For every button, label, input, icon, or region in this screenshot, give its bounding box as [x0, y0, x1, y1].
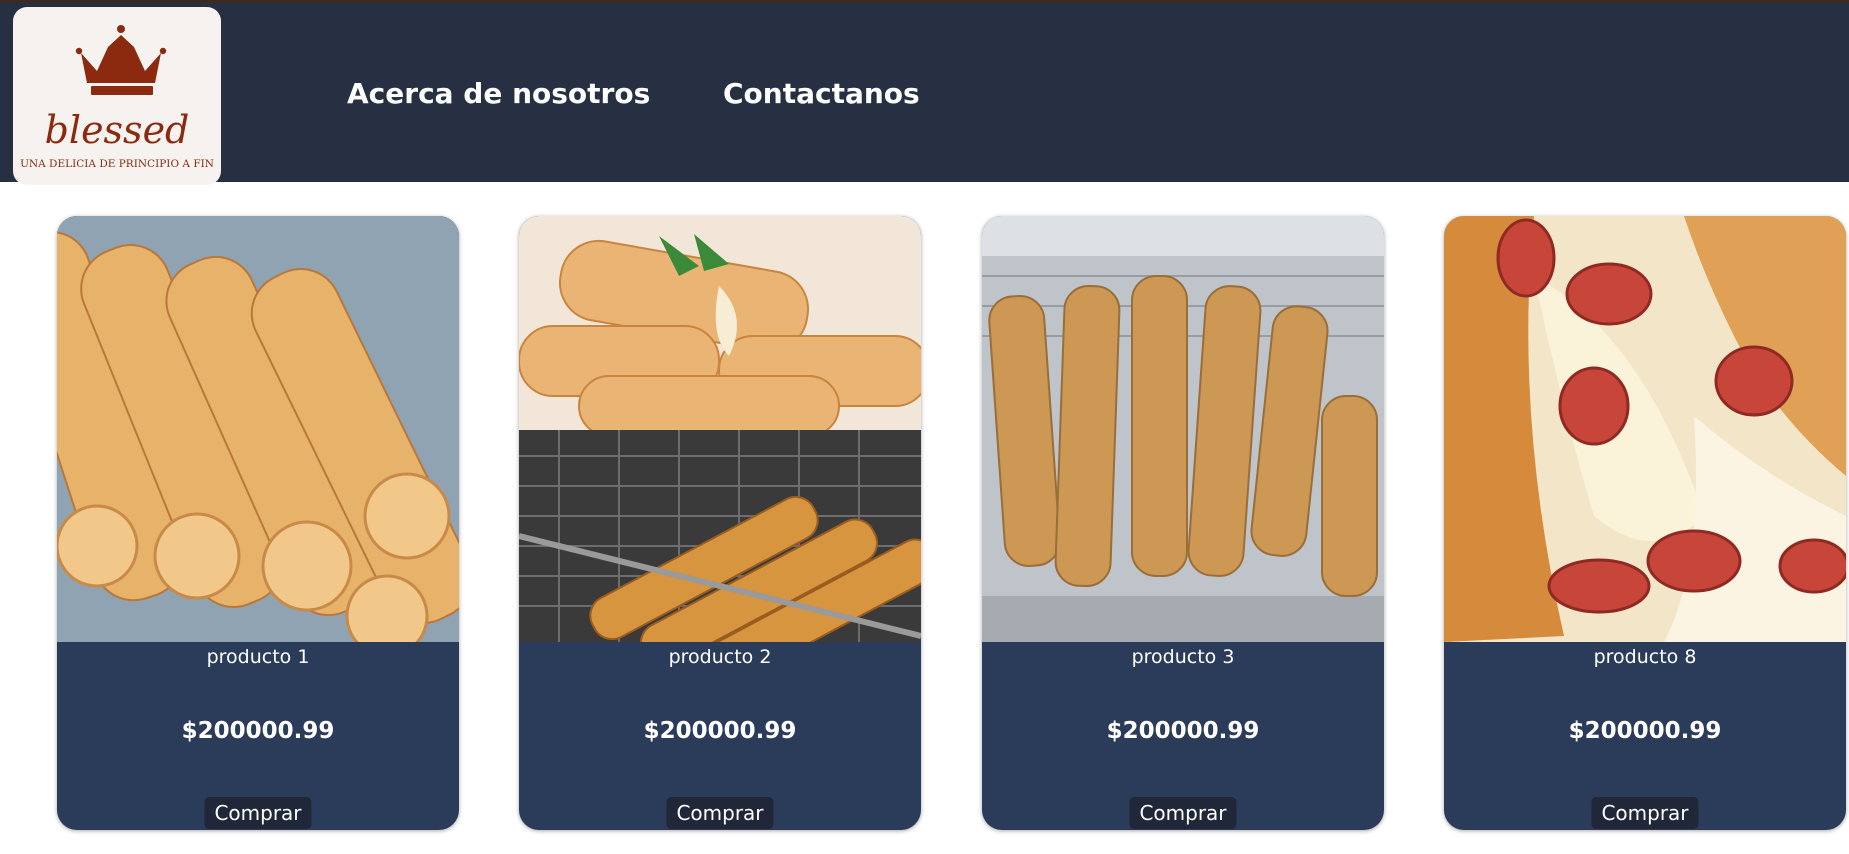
brand-name: blessed: [45, 108, 190, 152]
product-name: producto 2: [668, 646, 772, 668]
product-price: $200000.99: [643, 718, 797, 744]
product-image[interactable]: [982, 216, 1384, 642]
site-header: blessed UNA DELICIA DE PRINCIPIO A FIN A…: [0, 3, 1849, 185]
product-card: producto 1 $200000.99 Comprar: [57, 216, 459, 830]
product-price: $200000.99: [1568, 718, 1722, 744]
product-price: $200000.99: [181, 718, 335, 744]
buy-button[interactable]: Comprar: [1129, 797, 1237, 829]
product-name: producto 3: [1131, 646, 1235, 668]
brand-tagline: UNA DELICIA DE PRINCIPIO A FIN: [20, 158, 214, 170]
product-card: producto 8 $200000.99 Comprar: [1444, 216, 1846, 830]
brand-logo[interactable]: blessed UNA DELICIA DE PRINCIPIO A FIN: [13, 7, 221, 185]
product-name: producto 1: [206, 646, 310, 668]
product-image[interactable]: [57, 216, 459, 642]
nav-link-about[interactable]: Acerca de nosotros: [347, 77, 650, 110]
buy-button[interactable]: Comprar: [204, 797, 312, 829]
product-card: producto 2 $200000.99 Comprar: [519, 216, 921, 830]
crown-logo-graphic: blessed UNA DELICIA DE PRINCIPIO A FIN: [20, 25, 214, 170]
product-name: producto 8: [1593, 646, 1697, 668]
product-image[interactable]: [1444, 216, 1846, 642]
product-price: $200000.99: [1106, 718, 1260, 744]
buy-button[interactable]: Comprar: [666, 797, 774, 829]
nav-link-contact[interactable]: Contactanos: [723, 77, 920, 110]
product-image[interactable]: [519, 216, 921, 642]
buy-button[interactable]: Comprar: [1591, 797, 1699, 829]
product-card: producto 3 $200000.99 Comprar: [982, 216, 1384, 830]
